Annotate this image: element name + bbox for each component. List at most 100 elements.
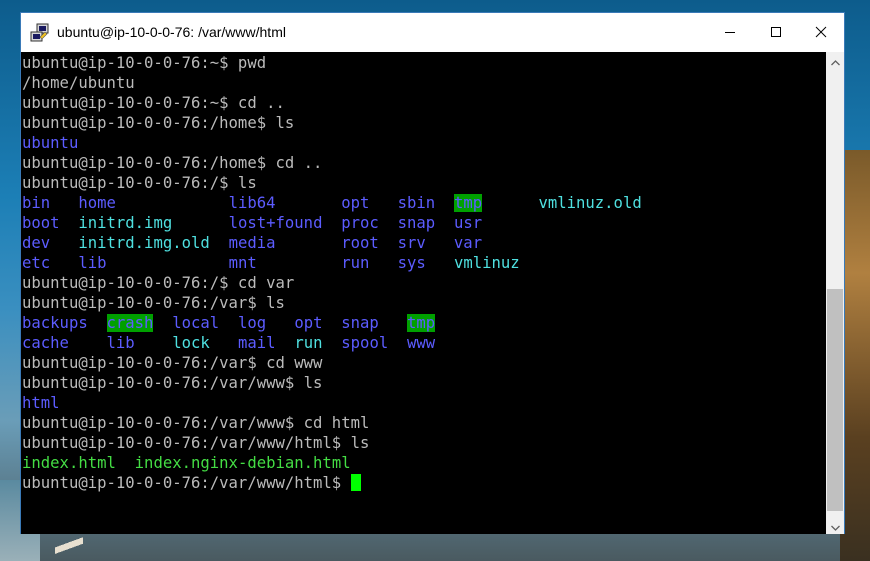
terminal-entry: tmp [453, 194, 483, 212]
scroll-up-icon [830, 51, 840, 70]
terminal-output: ubuntu@ip-10-0-0-76:~$ pwd/home/ubuntu ub… [22, 53, 642, 493]
terminal-line: boot initrd.img lost+found proc snap usr [22, 213, 642, 233]
minimize-button[interactable] [707, 13, 753, 52]
terminal-entry: ubuntu [22, 134, 79, 152]
window-title: ubuntu@ip-10-0-0-76: /var/www/html [57, 24, 286, 40]
vertical-scrollbar[interactable] [826, 52, 844, 534]
close-button[interactable] [798, 13, 844, 52]
terminal-entry: initrd.img [78, 214, 173, 232]
terminal-entry: home [78, 194, 116, 212]
terminal-entry: snap [341, 314, 379, 332]
terminal-line: /home/ubuntu [22, 73, 642, 93]
terminal-text: ubuntu@ip-10-0-0-76:/var$ cd www [22, 354, 323, 372]
terminal-entry: vmlinuz.old [538, 194, 642, 212]
terminal-entry: log [237, 314, 267, 332]
scroll-down-button[interactable] [826, 517, 844, 534]
terminal-text: ubuntu@ip-10-0-0-76:/var$ ls [22, 294, 285, 312]
terminal-line: ubuntu [22, 133, 642, 153]
terminal-text: ubuntu@ip-10-0-0-76:~$ pwd [22, 54, 267, 72]
terminal-entry: run [341, 254, 370, 272]
terminal-entry: html [22, 394, 60, 412]
terminal-entry: lib64 [228, 194, 276, 212]
terminal-text: ubuntu@ip-10-0-0-76:~$ cd .. [22, 94, 285, 112]
terminal-line: html [22, 393, 642, 413]
terminal-line: bin home lib64 opt sbin tmp vmlinuz.old [22, 193, 642, 213]
terminal-entry: var [453, 234, 483, 252]
terminal-line: ubuntu@ip-10-0-0-76:/var$ ls [22, 293, 642, 313]
terminal-line: cache lib lock mail run spool www [22, 333, 642, 353]
terminal-entry: sbin [397, 194, 436, 212]
terminal-line: ubuntu@ip-10-0-0-76:/var$ cd www [22, 353, 642, 373]
terminal-entry: index.html [22, 454, 116, 472]
maximize-button[interactable] [753, 13, 799, 52]
terminal-entry: lock [172, 334, 210, 352]
title-bar[interactable]: ubuntu@ip-10-0-0-76: /var/www/html [21, 13, 844, 52]
terminal-entry: dev [22, 234, 51, 252]
scrollbar-thumb[interactable] [827, 289, 843, 511]
terminal-area[interactable]: ubuntu@ip-10-0-0-76:~$ pwd/home/ubuntu ub… [21, 52, 826, 534]
terminal-line: ubuntu@ip-10-0-0-76:/var/www/html$ [22, 473, 642, 493]
terminal-entry: local [172, 314, 220, 332]
terminal-text: ubuntu@ip-10-0-0-76:/var/www/html$ ls [22, 434, 370, 452]
terminal-line: index.html index.nginx-debian.html [22, 453, 642, 473]
terminal-line: ubuntu@ip-10-0-0-76:~$ pwd [22, 53, 642, 73]
terminal-line: dev initrd.img.old media root srv var [22, 233, 642, 253]
terminal-entry: backups [22, 314, 88, 332]
terminal-text: ubuntu@ip-10-0-0-76:/$ cd var [22, 274, 295, 292]
scroll-up-button[interactable] [826, 52, 844, 69]
close-icon [815, 23, 827, 42]
terminal-line: etc lib mnt run sys vmlinuz [22, 253, 642, 273]
terminal-text: ubuntu@ip-10-0-0-76:/$ ls [22, 174, 257, 192]
maximize-icon [770, 23, 782, 42]
terminal-entry: media [228, 234, 276, 252]
terminal-entry: boot [22, 214, 60, 232]
terminal-text: ubuntu@ip-10-0-0-76:/var/www$ ls [22, 374, 323, 392]
terminal-line: ubuntu@ip-10-0-0-76:/$ ls [22, 173, 642, 193]
terminal-entry: sys [397, 254, 426, 272]
putty-window: ubuntu@ip-10-0-0-76: /var/www/html ubunt… [20, 12, 845, 534]
terminal-entry: root [341, 234, 379, 252]
terminal-entry: lost+found [228, 214, 323, 232]
terminal-entry: lib [106, 334, 135, 352]
terminal-line: ubuntu@ip-10-0-0-76:/home$ ls [22, 113, 642, 133]
terminal-entry: cache [22, 334, 69, 352]
terminal-entry: spool [341, 334, 389, 352]
terminal-entry: proc [341, 214, 379, 232]
terminal-entry: snap [397, 214, 436, 232]
putty-icon[interactable] [30, 23, 50, 43]
terminal-entry: tmp [407, 314, 436, 332]
terminal-entry: usr [453, 214, 483, 232]
terminal-entry: lib [78, 254, 107, 272]
terminal-entry: opt [341, 194, 370, 212]
terminal-entry: www [407, 334, 436, 352]
